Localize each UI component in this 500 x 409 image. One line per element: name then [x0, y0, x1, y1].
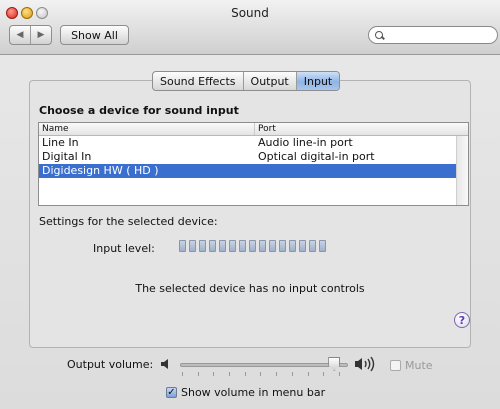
input-level-segment [239, 240, 246, 252]
device-name: Digidesign HW ( HD ) [42, 164, 159, 177]
back-forward-control: ◀ ▶ [9, 25, 52, 45]
input-level-segment [189, 240, 196, 252]
mute-label: Mute [405, 359, 433, 372]
input-level-label: Input level: [93, 242, 155, 255]
speaker-low-icon [161, 359, 168, 369]
table-row[interactable]: Digital In Optical digital-in port [39, 150, 468, 164]
input-level-segment [269, 240, 276, 252]
search-input[interactable] [387, 28, 491, 42]
speaker-high-icon [355, 356, 375, 372]
input-level-segment [319, 240, 326, 252]
device-port: Audio line-in port [258, 136, 353, 149]
table-row-selected[interactable]: Digidesign HW ( HD ) [39, 164, 468, 178]
back-arrow-icon[interactable]: ◀ [10, 26, 30, 44]
forward-arrow-icon[interactable]: ▶ [30, 26, 51, 44]
mute-checkbox-group: Mute [390, 359, 433, 372]
tab-input[interactable]: Input [295, 72, 340, 90]
table-row[interactable]: Line In Audio line-in port [39, 136, 468, 150]
show-volume-label: Show volume in menu bar [181, 386, 326, 399]
volume-slider-thumb[interactable] [328, 357, 341, 371]
device-name: Digital In [42, 150, 92, 163]
input-level-segment [219, 240, 226, 252]
window-title: Sound [231, 6, 269, 20]
input-level-segment [209, 240, 216, 252]
input-level-meter [179, 240, 326, 252]
input-level-segment [309, 240, 316, 252]
input-level-segment [199, 240, 206, 252]
input-level-segment [229, 240, 236, 252]
settings-label: Settings for the selected device: [39, 215, 218, 228]
show-volume-checkbox[interactable]: ✓ [166, 387, 177, 398]
input-device-table: Name Port Line In Audio line-in port Dig… [38, 122, 469, 206]
sound-preferences-window: Sound ◀ ▶ Show All Sound Effects Output … [0, 0, 500, 409]
device-list-heading: Choose a device for sound input [39, 104, 239, 117]
tab-sound-effects[interactable]: Sound Effects [153, 72, 243, 90]
device-port: Optical digital-in port [258, 150, 375, 163]
volume-slider-ticks [182, 372, 340, 376]
input-level-segment [249, 240, 256, 252]
table-scrollbar[interactable] [456, 136, 468, 205]
toolbar: Sound ◀ ▶ Show All [0, 0, 500, 55]
show-all-button[interactable]: Show All [60, 25, 129, 45]
search-field[interactable] [368, 26, 498, 44]
show-volume-group: ✓ Show volume in menu bar [166, 386, 325, 399]
mute-checkbox[interactable] [390, 360, 401, 371]
tab-bar: Sound Effects Output Input [152, 71, 341, 91]
input-panel [29, 80, 471, 348]
column-header-port[interactable]: Port [255, 123, 276, 135]
device-port [255, 164, 258, 178]
no-input-controls-message: The selected device has no input control… [135, 282, 365, 295]
column-header-name[interactable]: Name [39, 123, 255, 135]
output-volume-label: Output volume: [67, 358, 154, 371]
input-level-segment [289, 240, 296, 252]
input-level-segment [279, 240, 286, 252]
output-volume-slider[interactable] [180, 363, 348, 367]
search-icon [375, 30, 384, 40]
tab-output[interactable]: Output [242, 72, 296, 90]
input-level-segment [299, 240, 306, 252]
table-header: Name Port [39, 123, 468, 136]
help-button[interactable]: ? [454, 312, 470, 328]
input-level-segment [259, 240, 266, 252]
input-level-segment [179, 240, 186, 252]
device-name: Line In [42, 136, 79, 149]
